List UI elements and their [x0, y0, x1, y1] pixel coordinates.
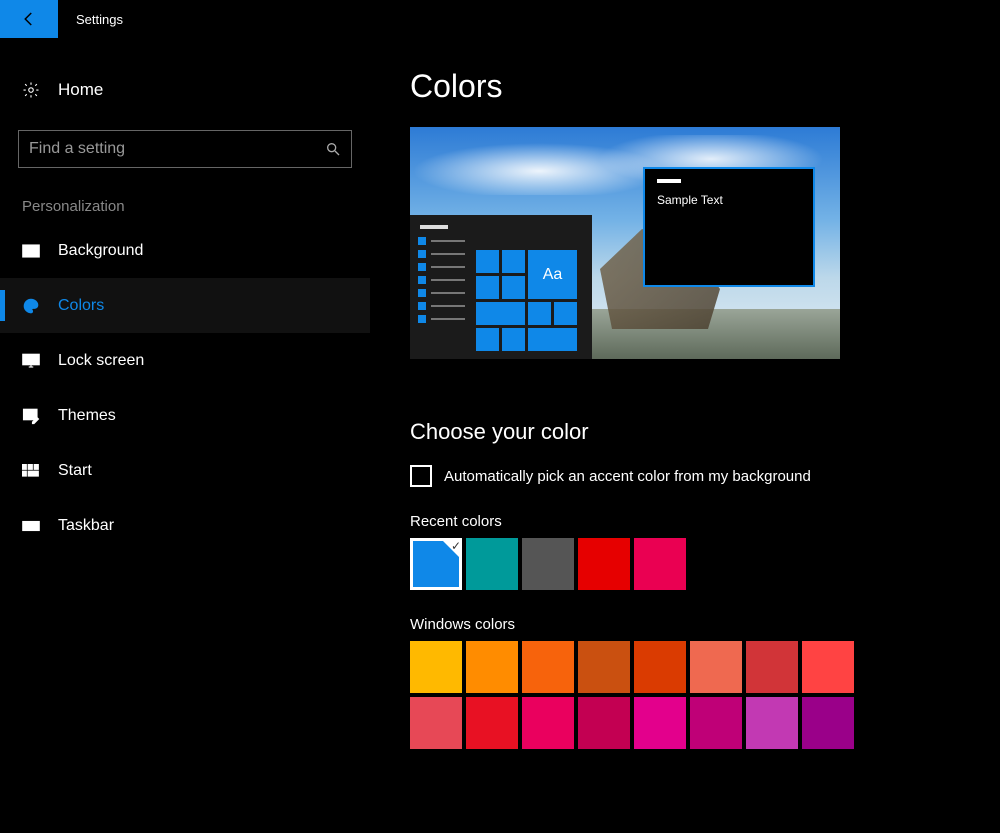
color-preview: Aa Sample Text	[410, 127, 840, 359]
recent-color-swatch[interactable]: ✓	[410, 538, 462, 590]
page-title: Colors	[410, 68, 960, 105]
back-button[interactable]	[0, 0, 58, 38]
nav-label: Taskbar	[58, 517, 114, 535]
nav-label: Background	[58, 242, 143, 260]
gear-icon	[22, 81, 40, 99]
windows-color-swatch[interactable]	[522, 697, 574, 749]
windows-color-swatch[interactable]	[578, 697, 630, 749]
windows-color-swatch[interactable]	[410, 697, 462, 749]
nav-item-themes[interactable]: Themes	[0, 388, 370, 443]
auto-accent-checkbox[interactable]: Automatically pick an accent color from …	[410, 465, 960, 487]
choose-color-heading: Choose your color	[410, 419, 960, 445]
palette-icon	[22, 297, 40, 315]
recent-colors-row: ✓	[410, 538, 960, 590]
windows-color-swatch[interactable]	[802, 641, 854, 693]
windows-color-swatch[interactable]	[522, 641, 574, 693]
nav-label: Start	[58, 462, 92, 480]
titlebar: Settings	[0, 0, 1000, 38]
titlebar-title: Settings	[76, 12, 123, 27]
auto-accent-label: Automatically pick an accent color from …	[444, 468, 811, 485]
windows-color-swatch[interactable]	[746, 641, 798, 693]
nav-item-lock-screen[interactable]: Lock screen	[0, 333, 370, 388]
checkbox-box	[410, 465, 432, 487]
windows-color-swatch[interactable]	[690, 697, 742, 749]
nav-label: Lock screen	[58, 352, 144, 370]
preview-startmenu: Aa	[410, 215, 592, 359]
sidebar-home[interactable]: Home	[0, 72, 370, 108]
recent-color-swatch[interactable]	[578, 538, 630, 590]
windows-color-swatch[interactable]	[634, 641, 686, 693]
windows-color-swatch[interactable]	[410, 641, 462, 693]
windows-color-swatch[interactable]	[466, 641, 518, 693]
category-label: Personalization	[0, 168, 370, 223]
sidebar: Home Personalization Background Colors	[0, 38, 370, 833]
windows-color-swatch[interactable]	[466, 697, 518, 749]
windows-color-swatch[interactable]	[634, 697, 686, 749]
windows-color-swatch[interactable]	[578, 641, 630, 693]
recent-color-swatch[interactable]	[522, 538, 574, 590]
windows-colors-label: Windows colors	[410, 616, 960, 633]
arrow-left-icon	[20, 10, 38, 28]
recent-colors-label: Recent colors	[410, 513, 960, 530]
windows-color-swatch[interactable]	[690, 641, 742, 693]
main-content: Colors	[370, 38, 1000, 833]
windows-color-swatch[interactable]	[802, 697, 854, 749]
windows-color-swatch[interactable]	[746, 697, 798, 749]
nav-item-background[interactable]: Background	[0, 223, 370, 278]
nav-item-taskbar[interactable]: Taskbar	[0, 498, 370, 553]
preview-window: Sample Text	[643, 167, 815, 287]
monitor-icon	[22, 353, 40, 369]
recent-color-swatch[interactable]	[634, 538, 686, 590]
search-icon	[325, 141, 341, 157]
nav-item-start[interactable]: Start	[0, 443, 370, 498]
taskbar-icon	[22, 520, 40, 532]
nav-item-colors[interactable]: Colors	[0, 278, 370, 333]
picture-icon	[22, 244, 40, 258]
search-box[interactable]	[18, 130, 352, 168]
windows-colors-grid	[410, 641, 960, 749]
nav-label: Colors	[58, 297, 104, 315]
home-label: Home	[58, 80, 103, 100]
start-grid-icon	[22, 464, 40, 478]
recent-color-swatch[interactable]	[466, 538, 518, 590]
nav-label: Themes	[58, 407, 116, 425]
preview-sample-text: Sample Text	[657, 193, 801, 207]
search-input[interactable]	[29, 140, 325, 158]
pen-icon	[22, 407, 40, 425]
preview-tile-aa: Aa	[528, 250, 577, 299]
